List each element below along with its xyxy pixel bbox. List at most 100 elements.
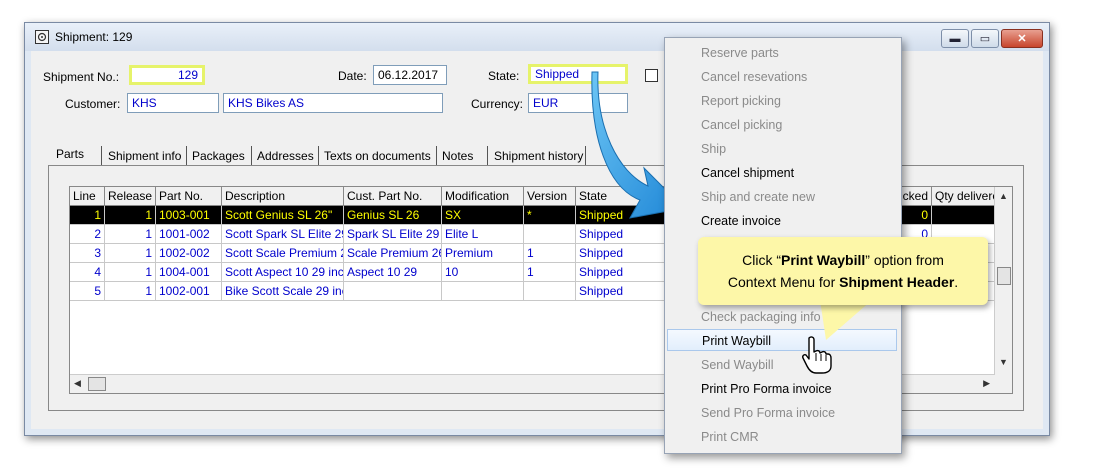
column-header-packed[interactable]: cked — [898, 187, 932, 206]
cell-part-no: 1004-001 — [156, 263, 222, 282]
currency-label: Currency: — [471, 97, 524, 111]
tab-separator — [101, 146, 102, 166]
cell-line: 2 — [70, 225, 105, 244]
cell-line: 1 — [70, 206, 105, 225]
column-header-version[interactable]: Version — [524, 187, 576, 206]
customer-label: Customer: — [65, 97, 121, 111]
tab-parts[interactable]: Parts — [56, 147, 84, 161]
callout-text-mid: ” option from — [865, 252, 944, 268]
customer-code-field[interactable]: KHS — [127, 93, 219, 113]
cell-part-no: 1003-001 — [156, 206, 222, 225]
column-header-line[interactable]: Line — [70, 187, 105, 206]
cell-state: Shipped — [576, 282, 666, 301]
scroll-up-icon[interactable]: ▲ — [999, 191, 1008, 201]
cell-line: 3 — [70, 244, 105, 263]
cell-release: 1 — [105, 206, 156, 225]
cell-modification: Premium — [442, 244, 524, 263]
tab-separator — [318, 146, 319, 166]
column-header-part-no[interactable]: Part No. — [156, 187, 222, 206]
cell-line: 4 — [70, 263, 105, 282]
customer-name-field[interactable]: KHS Bikes AS — [223, 93, 443, 113]
date-label: Date: — [338, 69, 367, 83]
cell-modification: SX — [442, 206, 524, 225]
state-label: State: — [488, 69, 520, 83]
callout-bold-shipment-header: Shipment Header — [839, 274, 955, 290]
instruction-callout: Click “Print Waybill” option from Contex… — [698, 237, 988, 305]
close-button[interactable]: ✕ — [1001, 29, 1043, 48]
cell-version: 1 — [524, 263, 576, 282]
tab-shipment-info[interactable]: Shipment info — [108, 149, 181, 163]
cell-description: Bike Scott Scale 29 inc — [222, 282, 344, 301]
cell-state: Shipped — [576, 244, 666, 263]
menu-item-cancel-picking[interactable]: Cancel picking — [667, 114, 897, 136]
menu-item-ship-and-create-new[interactable]: Ship and create new — [667, 186, 897, 208]
tab-separator — [436, 146, 437, 166]
menu-item-cancel-shipment[interactable]: Cancel shipment — [667, 162, 897, 184]
cell-version: 1 — [524, 244, 576, 263]
cell-release: 1 — [105, 263, 156, 282]
cell-cust-part-no — [344, 282, 442, 301]
callout-text-line2: Context Menu for — [727, 274, 840, 290]
menu-item-report-picking[interactable]: Report picking — [667, 90, 897, 112]
cell-release: 1 — [105, 225, 156, 244]
tab-separator — [251, 146, 252, 166]
column-header-description[interactable]: Description — [222, 187, 344, 206]
cell-part-no: 1002-002 — [156, 244, 222, 263]
menu-item-print-pro-forma-invoice[interactable]: Print Pro Forma invoice — [667, 378, 897, 400]
menu-item-create-invoice[interactable]: Create invoice — [667, 210, 897, 232]
cell-description: Scott Spark SL Elite 29 — [222, 225, 344, 244]
app-icon — [35, 30, 49, 44]
cell-release: 1 — [105, 244, 156, 263]
menu-item-send-waybill[interactable]: Send Waybill — [667, 354, 897, 376]
scroll-down-icon[interactable]: ▼ — [999, 357, 1008, 367]
cell-version: * — [524, 206, 576, 225]
scroll-left-icon[interactable]: ◀ — [74, 378, 81, 389]
cell-description: Scott Genius SL 26" — [222, 206, 344, 225]
cell-description: Scott Aspect 10 29 inc — [222, 263, 344, 282]
tab-separator — [487, 146, 488, 166]
vertical-scroll-thumb[interactable] — [997, 267, 1011, 285]
date-field[interactable]: 06.12.2017 — [373, 65, 447, 85]
cell-modification: 10 — [442, 263, 524, 282]
callout-text-pre: Click “ — [742, 252, 781, 268]
tab-notes[interactable]: Notes — [442, 149, 473, 163]
column-header-release[interactable]: Release — [105, 187, 156, 206]
menu-item-print-cmr[interactable]: Print CMR — [667, 426, 897, 448]
cell-packed: 0 — [898, 206, 932, 225]
menu-item-reserve-parts[interactable]: Reserve parts — [667, 42, 897, 64]
menu-item-ship[interactable]: Ship — [667, 138, 897, 160]
cell-version — [524, 282, 576, 301]
tab-texts-on-documents[interactable]: Texts on documents — [324, 149, 431, 163]
tab-separator — [186, 146, 187, 166]
menu-item-cancel-reservations[interactable]: Cancel resevations — [667, 66, 897, 88]
column-header-modification[interactable]: Modification — [442, 187, 524, 206]
tab-shipment-history[interactable]: Shipment history — [494, 149, 583, 163]
cell-release: 1 — [105, 282, 156, 301]
cell-cust-part-no: Scale Premium 26 — [344, 244, 442, 263]
minimize-button[interactable]: ▬ — [941, 29, 969, 48]
vertical-scrollbar[interactable]: ▲ ▼ — [994, 187, 1012, 375]
hand-cursor-icon — [802, 336, 832, 374]
cell-part-no: 1002-001 — [156, 282, 222, 301]
tab-addresses[interactable]: Addresses — [257, 149, 314, 163]
column-header-cust-part-no[interactable]: Cust. Part No. — [344, 187, 442, 206]
callout-text-end: . — [954, 274, 959, 290]
cell-line: 5 — [70, 282, 105, 301]
horizontal-scroll-thumb[interactable] — [88, 377, 106, 391]
tab-packages[interactable]: Packages — [192, 149, 245, 163]
cell-cust-part-no: Spark SL Elite 29 — [344, 225, 442, 244]
cell-modification — [442, 282, 524, 301]
window-title: Shipment: 129 — [55, 30, 133, 44]
scroll-right-icon[interactable]: ▶ — [983, 378, 990, 389]
callout-bold-print-waybill: Print Waybill — [781, 252, 866, 268]
shipment-no-label: Shipment No.: — [43, 70, 120, 84]
cell-cust-part-no: Genius SL 26 — [344, 206, 442, 225]
cell-cust-part-no: Aspect 10 29 — [344, 263, 442, 282]
cell-description: Scott Scale Premium 2 — [222, 244, 344, 263]
cell-modification: Elite L — [442, 225, 524, 244]
cell-part-no: 1001-002 — [156, 225, 222, 244]
cell-state: Shipped — [576, 263, 666, 282]
maximize-button[interactable]: ▭ — [971, 29, 999, 48]
shipment-no-field[interactable]: 129 — [129, 65, 205, 85]
menu-item-send-pro-forma-invoice[interactable]: Send Pro Forma invoice — [667, 402, 897, 424]
